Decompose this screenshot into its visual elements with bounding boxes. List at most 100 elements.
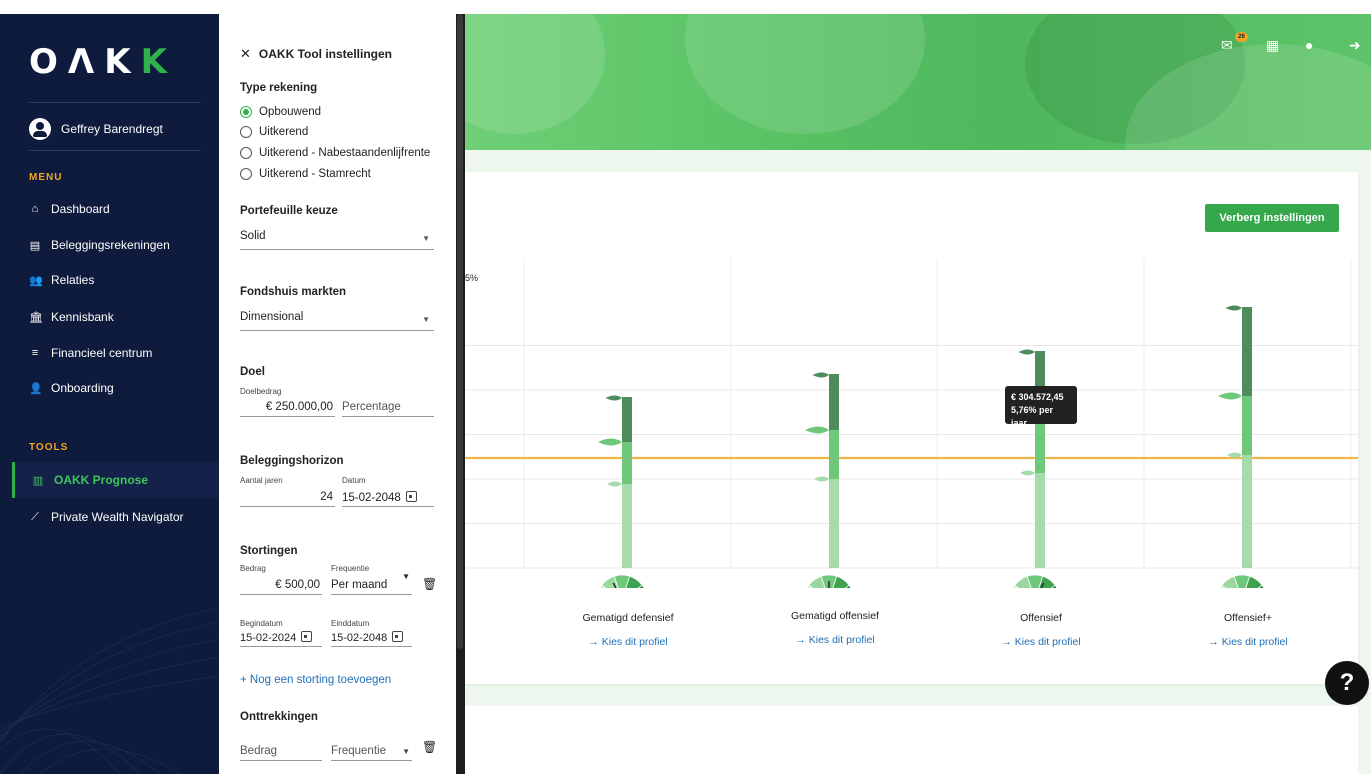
select-value: Dimensional [240, 311, 304, 323]
start-date-input[interactable]: 15-02-2024 [240, 627, 322, 647]
sidebar-item-onboarding[interactable]: 👤 Onboarding [29, 378, 114, 398]
choose-profile-link[interactable]: → Kies dit profiel [548, 636, 708, 648]
divider [29, 102, 201, 103]
sidebar-item-label: Financieel centrum [51, 346, 153, 360]
sidebar-item-financieel-centrum[interactable]: ≡ Financieel centrum [29, 343, 153, 363]
chart-tooltip: € 304.572,45 5,76% per jaar [1005, 386, 1077, 428]
radio-icon [240, 126, 252, 138]
panel-title: OAKK Tool instellingen [258, 47, 393, 61]
secondary-card [465, 706, 1358, 774]
withdraw-frequency-select[interactable]: Frequentie ▼ [331, 741, 412, 761]
close-icon[interactable]: ✕ [240, 46, 251, 62]
datum-label: Datum [342, 476, 366, 485]
logout-icon[interactable]: ➜ [1349, 37, 1361, 54]
calendar-icon[interactable] [301, 631, 313, 642]
coins-icon: ≡ [31, 347, 39, 359]
scrollbar-thumb[interactable] [457, 14, 463, 649]
trash-icon[interactable]: 🗑 [422, 577, 437, 591]
leaf-marker [1020, 470, 1035, 476]
radio-label: Uitkerend - Nabestaandenlijfrente [259, 147, 431, 159]
tooltip-value: € 304.572,45 [1011, 392, 1064, 402]
date-value: 15-02-2048 [331, 632, 388, 644]
add-deposit-link[interactable]: + Nog een storting toevoegen [240, 674, 391, 686]
leaf-marker [1218, 392, 1242, 400]
select-value: Solid [240, 230, 266, 242]
mail-icon[interactable]: ✉ [1221, 37, 1233, 54]
radio-uitkerend[interactable]: Uitkerend [240, 126, 308, 138]
goal-amount-input[interactable]: € 250.000,00 [240, 397, 335, 417]
user-circle-icon[interactable]: ● [1305, 37, 1313, 53]
portfolio-select[interactable]: Solid ▼ [240, 228, 434, 250]
bank-icon: 🏛 [29, 311, 43, 324]
sidebar-item-relaties[interactable]: 👥 Relaties [29, 270, 94, 290]
radio-opbouwend[interactable]: Opbouwend [240, 106, 321, 118]
sidebar-item-oakk-prognose[interactable]: ▥ OAKK Prognose [12, 462, 219, 498]
sidebar-item-label: Relaties [51, 273, 95, 287]
select-placeholder: Frequentie [331, 745, 386, 757]
deposit-frequency-select[interactable]: Per maand ▼ [331, 572, 412, 595]
goal-percentage-input[interactable]: Percentage [342, 397, 434, 417]
link-label: Kies dit profiel [1221, 636, 1288, 648]
radio-label: Uitkerend [259, 126, 309, 138]
oakk-logo[interactable]: O Λ K K [29, 42, 173, 82]
user-profile[interactable]: Geffrey Barendregt [29, 118, 163, 140]
tooltip-rate: 5,76% per jaar [1011, 405, 1054, 428]
markets-select[interactable]: Dimensional ▼ [240, 309, 434, 331]
profile-name: Offensief [1020, 612, 1062, 624]
chevron-down-icon: ▼ [402, 747, 410, 756]
end-date-input[interactable]: 15-02-2048 [331, 627, 412, 647]
leaf-marker [814, 476, 829, 482]
choose-profile-link[interactable]: → Kies dit profiel [961, 636, 1121, 648]
logo-letter: Λ [67, 42, 101, 82]
axis-tick-label: 5% [465, 273, 478, 283]
doelbedrag-label: Doelbedrag [240, 387, 282, 396]
sidebar-item-private-wealth-navigator[interactable]: ⟋ Private Wealth Navigator [29, 507, 183, 527]
sidebar: O Λ K K Geffrey Barendregt MENU ⌂ Dashboa… [0, 14, 219, 774]
tools-section-header: TOOLS [29, 442, 69, 453]
app-window: O Λ K K Geffrey Barendregt MENU ⌂ Dashboa… [0, 0, 1371, 774]
select-value: Per maand [331, 579, 388, 591]
sidebar-item-label: Onboarding [51, 381, 114, 395]
sidebar-item-label: Beleggingsrekeningen [51, 238, 170, 252]
sidebar-item-kennisbank[interactable]: 🏛 Kennisbank [29, 307, 114, 327]
radio-uitkerend-nabestaandenlijfrente[interactable]: Uitkerend - Nabestaandenlijfrente [240, 147, 430, 159]
sidebar-item-dashboard[interactable]: ⌂ Dashboard [29, 199, 110, 219]
bar-segment [829, 430, 839, 479]
panel-scrollbar[interactable] [456, 14, 465, 774]
bar-segment [622, 398, 632, 442]
mail-count-badge: 26 [1235, 32, 1248, 42]
years-input[interactable]: 24 [240, 487, 335, 507]
horizon-date-input[interactable]: 15-02-2048 [342, 487, 434, 507]
sidebar-item-label: OAKK Prognose [54, 473, 149, 487]
prognose-chart: 5% [465, 258, 1358, 588]
chart-grid [465, 258, 1358, 569]
calendar-icon[interactable] [405, 491, 417, 502]
date-value: 15-02-2048 [342, 492, 401, 504]
user-name: Geffrey Barendregt [61, 122, 163, 136]
users-icon: 👥 [29, 274, 43, 287]
portefeuille-label: Portefeuille keuze [240, 205, 338, 217]
leaf-marker [805, 426, 829, 434]
withdraw-amount-input[interactable]: Bedrag [240, 741, 322, 761]
deposit-amount-input[interactable]: € 500,00 [240, 575, 322, 595]
trash-icon[interactable]: 🗑 [422, 740, 437, 754]
building-icon[interactable]: ▦ [1266, 37, 1279, 54]
leaf-marker [607, 481, 622, 487]
document-icon: ▤ [29, 239, 41, 252]
decorative-contour-lines [0, 607, 219, 774]
hide-settings-button[interactable]: Verberg instellingen [1205, 204, 1339, 232]
leaf-marker [598, 438, 622, 446]
link-label: Kies dit profiel [808, 634, 875, 646]
sidebar-item-beleggingsrekeningen[interactable]: ▤ Beleggingsrekeningen [29, 235, 170, 255]
leaf-marker [1018, 349, 1035, 355]
help-button[interactable]: ? [1325, 661, 1369, 705]
choose-profile-link[interactable]: → Kies dit profiel [755, 634, 915, 646]
bedrag-label: Bedrag [240, 564, 266, 573]
calendar-icon[interactable] [392, 631, 404, 642]
sidebar-item-label: Kennisbank [51, 310, 114, 324]
chevron-down-icon: ▼ [422, 315, 430, 324]
chevron-down-icon: ▼ [422, 234, 430, 243]
choose-profile-link[interactable]: → Kies dit profiel [1168, 636, 1328, 648]
radio-selected-icon [240, 106, 252, 118]
radio-uitkerend-stamrecht[interactable]: Uitkerend - Stamrecht [240, 168, 371, 180]
